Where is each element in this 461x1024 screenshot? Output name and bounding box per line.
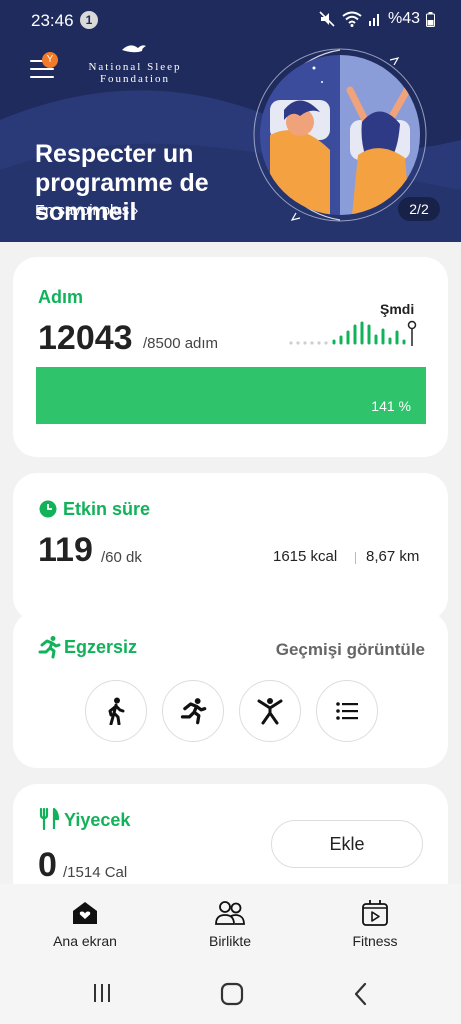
workout-button[interactable] (239, 680, 301, 742)
food-title: Yiyecek (64, 810, 131, 830)
view-history-link[interactable]: Geçmişi görüntüle (276, 640, 425, 660)
sleep-banner[interactable]: 23:46 1 %43 Y National Sleep Foundation … (0, 0, 461, 242)
distance: 8,67 km (366, 548, 420, 565)
walking-button[interactable] (85, 680, 147, 742)
exercise-title: Egzersiz (64, 637, 138, 657)
steps-goal: /8500 adım (143, 335, 219, 352)
people-icon (215, 901, 245, 925)
steps-card[interactable]: Adım 12043 /8500 adım Şmdi 141 % (13, 257, 448, 457)
recent-apps-icon[interactable] (91, 982, 113, 1004)
nav-home-label: Ana ekran (53, 933, 117, 949)
active-time-title: Etkin süre (63, 499, 151, 519)
add-food-button[interactable]: Ekle (271, 820, 423, 868)
wifi-icon (342, 11, 362, 27)
nav-fitness-label: Fitness (352, 933, 398, 949)
running-button[interactable] (162, 680, 224, 742)
swan-icon (122, 45, 146, 53)
home-icon[interactable] (220, 982, 244, 1006)
active-time-card[interactable]: Etkin süre 119 /60 dk 1615 kcal 8,67 km (13, 473, 448, 621)
food-calories: 0 (38, 846, 57, 884)
active-time-goal: /60 dk (101, 549, 142, 566)
banner-pager: 2/2 (398, 197, 440, 221)
menu-notification-badge: Y (42, 52, 58, 68)
nav-home[interactable]: Ana ekran (30, 899, 140, 949)
steps-count: 12043 (38, 319, 133, 357)
status-time: 23:46 (31, 11, 74, 30)
steps-progress-fill (36, 367, 426, 424)
clock-icon (39, 500, 57, 518)
calories-burned: 1615 kcal (273, 548, 338, 565)
status-icons: %43 (318, 10, 435, 28)
nav-together-label: Birlikte (208, 933, 251, 949)
stat-divider (355, 552, 356, 564)
status-bar: 23:46 1 %43 (0, 0, 461, 40)
workout-icon (257, 698, 283, 725)
exercise-card[interactable]: Egzersiz Geçmişi görüntüle (13, 611, 448, 768)
battery-percentage: %43 (387, 10, 420, 27)
system-navigation-bar (0, 964, 461, 1024)
nav-fitness[interactable]: Fitness (320, 899, 430, 949)
exercise-list-button[interactable] (316, 680, 378, 742)
fitness-video-icon (362, 900, 388, 926)
running-icon (180, 698, 207, 725)
battery-icon (426, 11, 435, 27)
logo-line-1: National Sleep (88, 61, 182, 73)
steps-title: Adım (38, 287, 83, 307)
national-sleep-foundation-logo: National Sleep Foundation (72, 40, 198, 85)
walking-icon (108, 697, 125, 725)
notification-count-badge: 1 (80, 11, 98, 29)
logo-line-2: Foundation (99, 73, 171, 85)
food-goal: /1514 Cal (63, 864, 128, 881)
bottom-navigation: Ana ekran Birlikte Fitness (0, 884, 461, 964)
signal-icon (368, 14, 379, 26)
steps-progress-bar: 141 % (36, 367, 426, 424)
home-heart-icon (73, 902, 97, 924)
active-time-value: 119 (38, 531, 93, 569)
back-icon[interactable] (352, 982, 368, 1006)
list-icon (336, 702, 358, 720)
fork-knife-icon (39, 808, 59, 830)
steps-progress-label: 141 % (371, 398, 411, 414)
mute-icon (319, 11, 335, 27)
running-icon (38, 636, 61, 659)
steps-sparkline (289, 320, 417, 346)
learn-more-link[interactable]: En savoir plus › (35, 202, 138, 219)
nav-together[interactable]: Birlikte (175, 899, 285, 949)
